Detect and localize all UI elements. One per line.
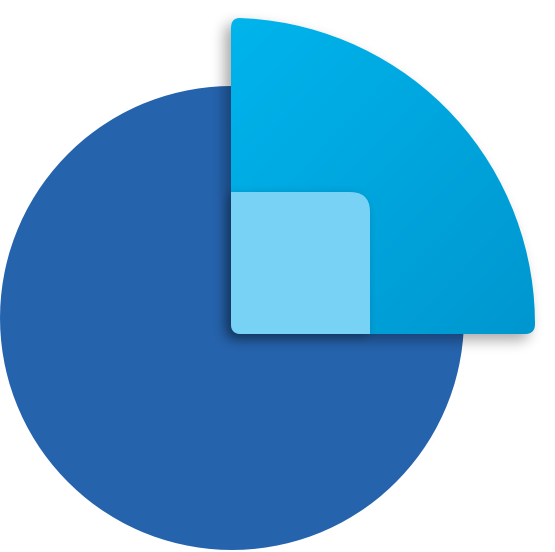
logo-icon	[0, 18, 536, 550]
app-logo	[0, 0, 555, 552]
logo-inner-square-shape	[231, 192, 370, 334]
